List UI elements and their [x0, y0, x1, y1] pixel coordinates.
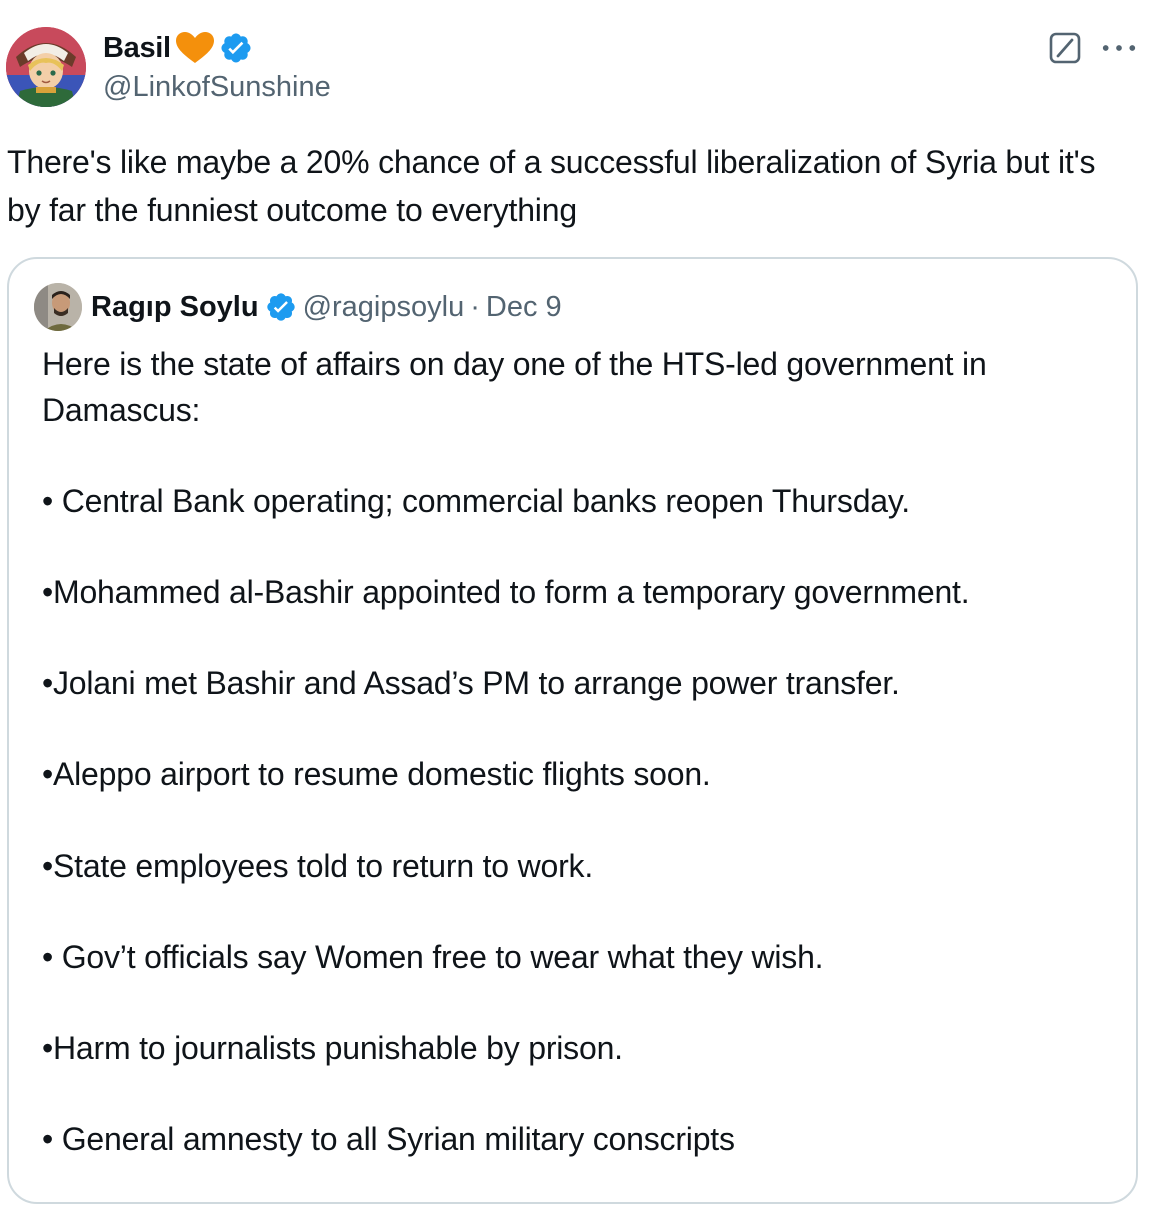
list-item: •Jolani met Bashir and Assad’s PM to arr… — [42, 665, 900, 702]
quoted-author-name[interactable]: Ragıp Soylu — [91, 291, 259, 324]
avatar-illustration — [6, 27, 86, 107]
list-item: •Aleppo airport to resume domestic fligh… — [42, 756, 711, 793]
list-item: • General amnesty to all Syrian military… — [42, 1121, 735, 1158]
list-item: •Harm to journalists punishable by priso… — [42, 1029, 623, 1066]
quoted-author-handle[interactable]: @ragipsoylu — [303, 291, 465, 324]
grok-icon[interactable] — [1049, 32, 1081, 64]
header-separator: · — [470, 290, 480, 323]
list-item: • Gov’t officials say Women free to wear… — [42, 938, 824, 975]
quoted-tweet-header: Ragıp Soylu @ragipsoylu · Dec 9 — [91, 287, 562, 327]
verified-badge-icon[interactable] — [265, 291, 297, 323]
quoted-avatar-photo — [34, 283, 82, 331]
tweet-text: There's like maybe a 20% chance of a suc… — [7, 144, 1096, 228]
list-item: • Central Bank operating; commercial ban… — [42, 482, 910, 519]
quoted-tweet-card[interactable]: Ragıp Soylu @ragipsoylu · Dec 9 Here is … — [7, 257, 1138, 1204]
author-avatar[interactable] — [6, 27, 86, 107]
list-item: •Mohammed al-Bashir appointed to form a … — [42, 573, 970, 610]
quoted-author-avatar[interactable] — [34, 283, 82, 331]
verified-badge-icon[interactable] — [219, 31, 253, 65]
author-display-name[interactable]: Basil — [103, 32, 171, 65]
quoted-tweet-body: Here is the state of affairs on day one … — [42, 342, 1112, 1163]
quoted-tweet-intro: Here is the state of affairs on day one … — [42, 346, 987, 428]
orange-heart-icon — [175, 31, 215, 65]
author-handle[interactable]: @LinkofSunshine — [103, 71, 331, 104]
quoted-tweet-date[interactable]: Dec 9 — [486, 291, 562, 324]
list-item: •State employees told to return to work. — [42, 847, 594, 884]
more-options-icon[interactable] — [1099, 32, 1139, 64]
author-name-row: Basil — [103, 30, 253, 66]
